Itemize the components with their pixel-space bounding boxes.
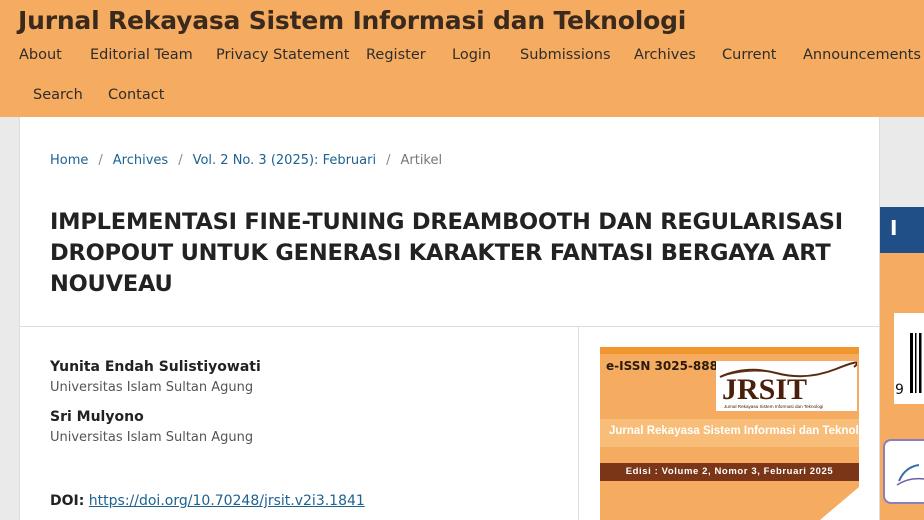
nav-privacy-statement[interactable]: Privacy Statement [216,47,349,63]
breadcrumb-issue[interactable]: Vol. 2 No. 3 (2025): Februari [193,153,377,168]
nav-about[interactable]: About [19,47,62,63]
breadcrumb-separator: / [386,153,391,168]
cover-edition: Edisi : Volume 2, Nomor 3, Februari 2025 [625,466,834,477]
breadcrumb-separator: / [178,153,183,168]
breadcrumb-archives[interactable]: Archives [113,153,168,168]
cover-journal-name: Jurnal Rekayasa Sistem Informasi dan Tek… [609,425,859,437]
doi-label: DOI: [50,493,85,509]
author-name: Yunita Endah Sulistiyowati [50,359,261,375]
article-panel: Home / Archives / Vol. 2 No. 3 (2025): Febru… [19,117,880,520]
cover-journal-name-band: Jurnal Rekayasa Sistem Informasi dan Tek… [600,419,859,447]
nav-editorial-team[interactable]: Editorial Team [90,47,193,63]
barcode-image[interactable]: 9 [894,313,924,404]
nav-announcements[interactable]: Announcements [803,47,921,63]
breadcrumb-current: Artikel [400,153,443,168]
sidebar-badge[interactable] [883,439,924,504]
nav-archives[interactable]: Archives [634,47,696,63]
section-divider [20,326,879,327]
sidebar-block-text: I [890,216,898,240]
article-title: IMPLEMENTASI FINE-TUNING DREAMBOOTH DAN … [50,209,843,297]
author-affiliation: Universitas Islam Sultan Agung [50,430,254,445]
nav-search[interactable]: Search [33,87,83,103]
breadcrumb-separator: / [98,153,103,168]
breadcrumb-home[interactable]: Home [50,153,88,168]
site-header: Jurnal Rekayasa Sistem Informasi dan Tek… [0,0,924,117]
nav-register[interactable]: Register [366,47,426,63]
jrsit-logo: JRSIT Jurnal Rekayasa Sistem Informasi d… [716,361,857,411]
barcode-digit: 9 [895,382,904,398]
author-name: Sri Mulyono [50,409,144,425]
column-divider [578,327,579,520]
nav-current[interactable]: Current [722,47,776,63]
nav-contact[interactable]: Contact [108,87,164,103]
nav-login[interactable]: Login [452,47,491,63]
issue-cover-image[interactable]: e-ISSN 3025-888X JRSIT Jurnal Rekayasa S… [600,347,859,520]
cover-top-strip [600,347,859,354]
site-title[interactable]: Jurnal Rekayasa Sistem Informasi dan Tek… [18,6,686,35]
nav-submissions[interactable]: Submissions [520,47,611,63]
cover-corner-decoration [820,487,859,520]
breadcrumb: Home / Archives / Vol. 2 No. 3 (2025): Febru… [50,153,442,168]
cover-issn: e-ISSN 3025-888X [606,359,728,373]
sidebar-block-blue[interactable]: I [880,207,924,253]
doi-link[interactable]: https://doi.org/10.70248/jrsit.v2i3.1841 [89,493,365,509]
doi-row: DOI: https://doi.org/10.70248/jrsit.v2i3… [50,493,365,509]
cover-edition-band: Edisi : Volume 2, Nomor 3, Februari 2025 [600,463,859,481]
cover-logo-subtext: Jurnal Rekayasa Sistem Informasi dan Tek… [724,404,823,409]
author-affiliation: Universitas Islam Sultan Agung [50,380,254,395]
cover-logo-text: JRSIT [722,373,807,406]
pen-icon [896,464,924,486]
